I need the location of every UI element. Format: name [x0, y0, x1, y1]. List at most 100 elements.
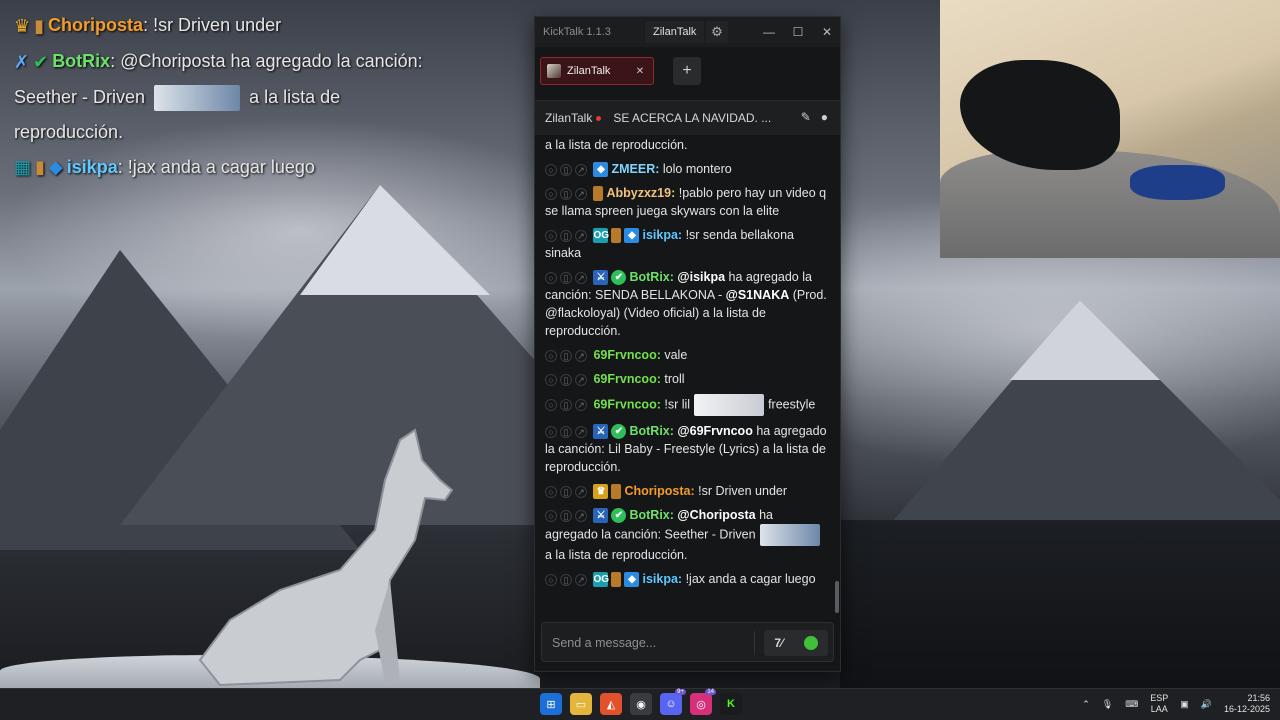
- ban-icon[interactable]: ▯: [560, 163, 572, 176]
- cube-badge-icon: ◆: [624, 228, 640, 244]
- chat-username[interactable]: isikpa:: [642, 572, 682, 586]
- timeout-icon[interactable]: ○: [545, 509, 557, 522]
- chat-message: ○ ▯ ↗ ⚔ ✔ BotRix: @69Frvncoo ha agregado la …: [545, 422, 827, 476]
- chat-username[interactable]: ZMEER:: [611, 162, 659, 176]
- mention[interactable]: @Choriposta: [677, 508, 755, 522]
- timeout-icon[interactable]: ○: [545, 373, 557, 386]
- keyboard-icon[interactable]: ⌨: [1125, 699, 1138, 710]
- reply-icon[interactable]: ↗: [575, 509, 587, 522]
- channel-actions: ✎ ●: [801, 110, 828, 124]
- kick-app-icon[interactable]: K: [720, 693, 742, 715]
- overlay-text: : !jax anda a cagar luego: [117, 156, 315, 177]
- chat-username[interactable]: BotRix:: [629, 270, 673, 284]
- chevron-up-icon[interactable]: ⌃: [1082, 699, 1090, 710]
- title-bar[interactable]: KickTalk 1.1.3 ZilanTalk ⚙ — ☐ ✕: [535, 17, 840, 47]
- emote-image[interactable]: [694, 394, 765, 416]
- chat-username[interactable]: 69Frvncoo:: [593, 348, 660, 362]
- notification-badge: 14: [705, 689, 716, 695]
- message-text: !jax anda a cagar luego: [685, 572, 816, 586]
- volume-icon[interactable]: 🔊: [1201, 699, 1212, 710]
- chat-username[interactable]: 69Frvncoo:: [593, 397, 660, 411]
- user-button[interactable]: ZilanTalk: [645, 21, 705, 43]
- pin-icon[interactable]: ✎: [801, 110, 811, 124]
- timeout-icon[interactable]: ○: [545, 399, 557, 411]
- reply-icon[interactable]: ↗: [575, 187, 587, 200]
- 7tv-emote-icon[interactable]: 7⁄: [774, 636, 783, 650]
- language-indicator[interactable]: ESP LAA: [1150, 693, 1168, 715]
- obs-icon[interactable]: ◉: [630, 693, 652, 715]
- ban-icon[interactable]: ▯: [560, 573, 572, 586]
- overlay-text: a la lista de: [249, 86, 341, 107]
- ban-icon[interactable]: ▯: [560, 509, 572, 522]
- verified-badge-icon: ✔: [611, 508, 627, 524]
- windows-start-icon[interactable]: ⊞: [540, 693, 562, 715]
- maximize-button[interactable]: ☐: [787, 22, 809, 42]
- message-text: a la lista de reproducción.: [545, 138, 688, 152]
- instagram-icon[interactable]: ◎ 14: [690, 689, 716, 715]
- chat-username[interactable]: isikpa:: [642, 228, 682, 242]
- overlay-line: ✗ ✔ BotRix: @Choriposta ha agregado la can…: [14, 44, 484, 80]
- ban-icon[interactable]: ▯: [560, 187, 572, 200]
- chat-tabs: ZilanTalk ✕ +: [535, 47, 840, 101]
- ban-icon[interactable]: ▯: [560, 485, 572, 498]
- cube-badge-icon: ◆: [593, 162, 609, 178]
- chat-message: ○ ▯ ↗ 69Frvncoo: vale: [545, 346, 827, 364]
- chat-username[interactable]: BotRix:: [629, 424, 673, 438]
- user-icon[interactable]: ●: [821, 110, 828, 124]
- reply-icon[interactable]: ↗: [575, 373, 587, 386]
- settings-gear-icon[interactable]: ⚙: [706, 21, 728, 43]
- chat-username[interactable]: 69Frvncoo:: [593, 372, 660, 386]
- add-tab-button[interactable]: +: [673, 57, 701, 85]
- mention[interactable]: @S1NAKA: [726, 288, 790, 302]
- chat-scrollbar[interactable]: [835, 581, 839, 613]
- reply-icon[interactable]: ↗: [575, 163, 587, 176]
- tab-zilantalk[interactable]: ZilanTalk ✕: [540, 57, 654, 85]
- chat-username[interactable]: Choriposta:: [624, 484, 694, 498]
- kick-emote-icon[interactable]: [803, 636, 818, 650]
- channel-header: ZilanTalk SE ACERCA LA NAVIDAD. ... ✎ ●: [535, 101, 840, 135]
- timeout-icon[interactable]: ○: [545, 187, 557, 200]
- timeout-icon[interactable]: ○: [545, 485, 557, 498]
- chat-messages[interactable]: a la lista de reproducción. ○ ▯ ↗ ◆ ZMEER: …: [535, 136, 835, 614]
- timeout-icon[interactable]: ○: [545, 271, 557, 284]
- reply-icon[interactable]: ↗: [575, 485, 587, 498]
- og-badge-icon: OG: [593, 228, 610, 244]
- app-title: KickTalk 1.1.3: [543, 26, 611, 38]
- reply-icon[interactable]: ↗: [575, 271, 587, 284]
- network-icon[interactable]: ▣: [1180, 699, 1189, 710]
- close-button[interactable]: ✕: [816, 22, 838, 42]
- reply-icon[interactable]: ↗: [575, 349, 587, 362]
- mention[interactable]: @69Frvncoo: [677, 424, 752, 438]
- chat-username[interactable]: BotRix:: [629, 508, 673, 522]
- timeout-icon[interactable]: ○: [545, 229, 557, 242]
- clock[interactable]: 21:56 16-12-2025: [1224, 693, 1270, 715]
- microphone-icon[interactable]: 🎙: [1102, 699, 1113, 710]
- ban-icon[interactable]: ▯: [560, 373, 572, 386]
- clock-time: 21:56: [1247, 693, 1270, 703]
- reply-icon[interactable]: ↗: [575, 425, 587, 438]
- ban-icon[interactable]: ▯: [560, 425, 572, 438]
- overlay-text: : !sr Driven under: [143, 15, 282, 35]
- emote-image[interactable]: [759, 524, 820, 546]
- ban-icon[interactable]: ▯: [560, 399, 572, 411]
- message-text: a la lista de reproducción.: [545, 548, 688, 562]
- reply-icon[interactable]: ↗: [575, 229, 587, 242]
- chat-username[interactable]: Abbyzxz19:: [606, 186, 675, 200]
- brave-browser-icon[interactable]: ◭: [600, 693, 622, 715]
- reply-icon[interactable]: ↗: [575, 573, 587, 586]
- minimize-button[interactable]: —: [758, 22, 780, 42]
- cup-badge-icon: [611, 484, 622, 500]
- timeout-icon[interactable]: ○: [545, 163, 557, 176]
- reply-icon[interactable]: ↗: [575, 399, 587, 411]
- ban-icon[interactable]: ▯: [560, 349, 572, 362]
- timeout-icon[interactable]: ○: [545, 425, 557, 438]
- close-tab-icon[interactable]: ✕: [633, 64, 647, 78]
- ban-icon[interactable]: ▯: [560, 271, 572, 284]
- timeout-icon[interactable]: ○: [545, 349, 557, 362]
- ban-icon[interactable]: ▯: [560, 229, 572, 242]
- timeout-icon[interactable]: ○: [545, 573, 557, 586]
- file-explorer-icon[interactable]: ▭: [570, 693, 592, 715]
- message-input[interactable]: [552, 633, 752, 653]
- discord-icon[interactable]: ☺ 9+: [660, 689, 686, 715]
- mention[interactable]: @isikpa: [677, 270, 725, 284]
